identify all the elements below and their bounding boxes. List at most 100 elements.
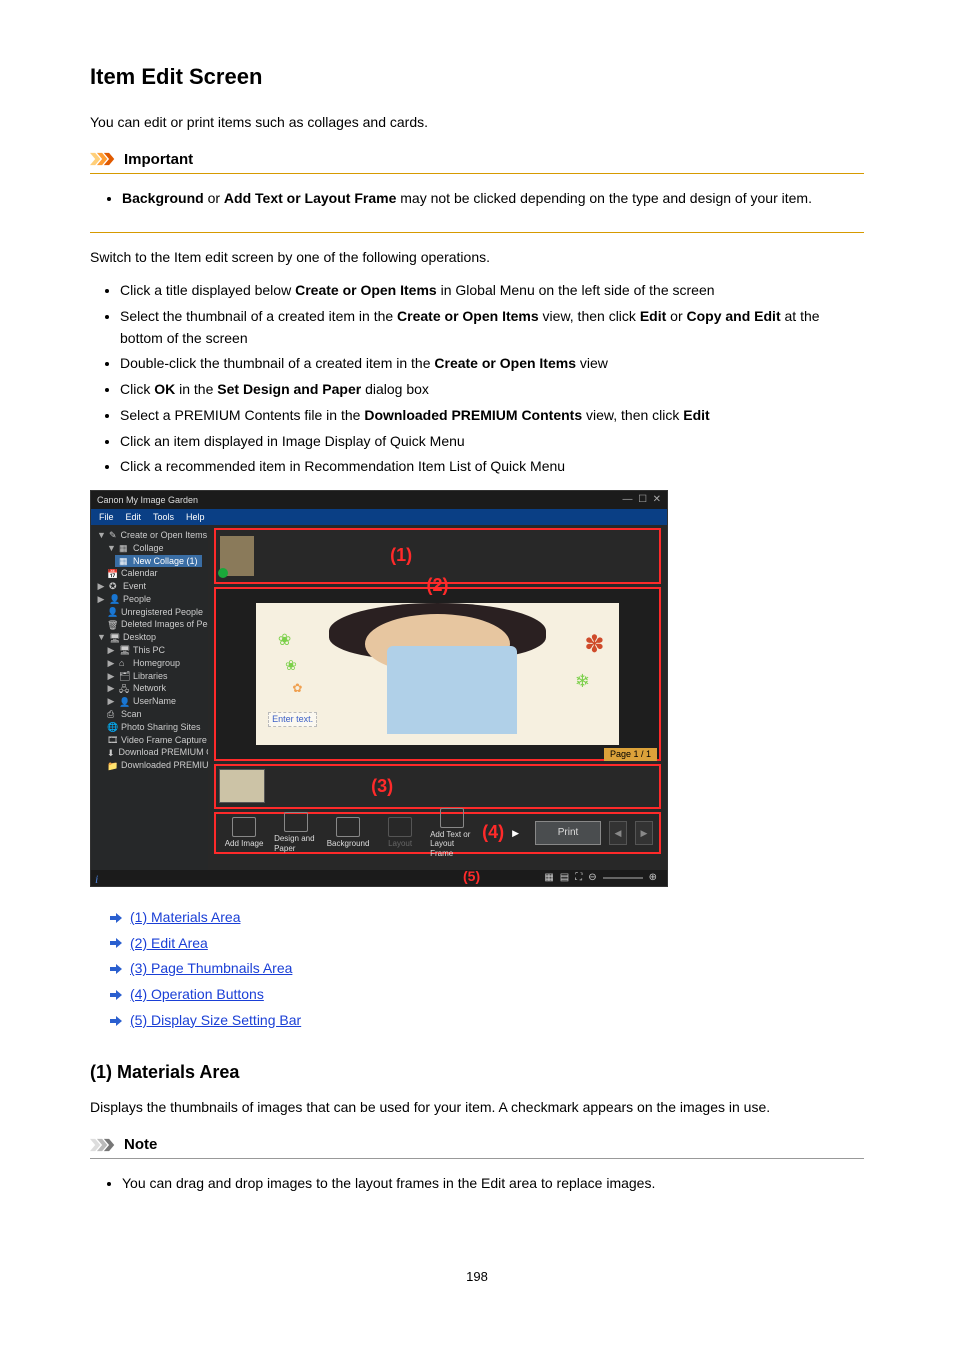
bold-text: Background	[122, 190, 204, 206]
add-text-button[interactable]: Add Text or Layout Frame	[430, 808, 474, 859]
menu-edit[interactable]: Edit	[126, 512, 142, 523]
menu-tools[interactable]: Tools	[153, 512, 174, 523]
link-display-size[interactable]: (5) Display Size Setting Bar	[130, 1010, 301, 1032]
sidebar-item-network[interactable]: ▶🖧Network	[97, 682, 202, 695]
sidebar-item-people[interactable]: ▶👤People	[97, 593, 202, 606]
layout-icon	[388, 817, 412, 837]
page-number: 198	[90, 1267, 864, 1287]
text: dialog box	[361, 381, 429, 397]
folder-icon: 📁	[107, 761, 117, 771]
zoom-in-icon[interactable]: ⊕	[649, 872, 657, 884]
sidebar-item-create[interactable]: ▼✎Create or Open Items	[97, 529, 202, 542]
window-controls[interactable]: — ☐ ✕	[623, 494, 661, 506]
menu-file[interactable]: File	[99, 512, 114, 523]
prev-page-button[interactable]: ◀	[609, 821, 627, 845]
wand-icon: ✎	[109, 530, 117, 540]
edit-canvas[interactable]: ❀ ❀ ✿ ✽ ❄ Enter text.	[256, 603, 619, 745]
text: Double-click the thumbnail of a created …	[120, 355, 434, 371]
sidebar-item-libraries[interactable]: ▶🗂Libraries	[97, 670, 202, 683]
link-materials-area[interactable]: (1) Materials Area	[130, 907, 240, 929]
bold-text: Downloaded PREMIUM Contents	[364, 407, 582, 423]
marker-3: (3)	[371, 776, 393, 798]
material-thumbnail[interactable]	[220, 536, 254, 576]
note-item: You can drag and drop images to the layo…	[122, 1173, 862, 1195]
text: or	[204, 190, 224, 206]
text: in the	[175, 381, 217, 397]
operation-buttons-area: Add Image Design and Paper Background La…	[214, 812, 661, 854]
sidebar-item-deleted[interactable]: 🗑Deleted Images of People	[97, 618, 202, 631]
zoom-out-icon[interactable]: ⊖	[588, 872, 596, 884]
section-links: (1) Materials Area (2) Edit Area (3) Pag…	[110, 907, 864, 1031]
layout-button: Layout	[378, 817, 422, 849]
page-thumbnails-area: (3)	[214, 764, 661, 809]
user-icon: 👤	[119, 697, 129, 707]
background-button[interactable]: Background	[326, 817, 370, 849]
zoom-slider[interactable]	[603, 877, 643, 879]
sidebar-item-video[interactable]: 🎞Video Frame Capture	[97, 734, 202, 747]
arrow-right-icon	[110, 964, 122, 974]
add-image-button[interactable]: Add Image	[222, 817, 266, 849]
add-image-icon	[232, 817, 256, 837]
list-item: Select the thumbnail of a created item i…	[120, 306, 864, 349]
info-icon[interactable]: i	[95, 872, 98, 886]
link-page-thumbnails[interactable]: (3) Page Thumbnails Area	[130, 958, 292, 980]
link-operation-buttons[interactable]: (4) Operation Buttons	[130, 984, 264, 1006]
flower-icon: ❀	[285, 657, 297, 674]
checkmark-icon	[218, 568, 228, 578]
page-thumbnail[interactable]	[219, 769, 265, 803]
link-edit-area[interactable]: (2) Edit Area	[130, 933, 208, 955]
background-icon	[336, 817, 360, 837]
note-heading: Note	[90, 1131, 864, 1159]
chevron-icon	[90, 1138, 116, 1152]
sidebar-item-username[interactable]: ▶👤UserName	[97, 695, 202, 708]
view-grid-icon[interactable]: ▦	[544, 872, 553, 884]
switch-text: Switch to the Item edit screen by one of…	[90, 247, 864, 269]
page-indicator: Page 1 / 1	[604, 748, 657, 761]
next-page-button[interactable]: ▶	[635, 821, 653, 845]
sidebar-item-calendar[interactable]: 📅Calendar	[97, 567, 202, 580]
sidebar-item-collage[interactable]: ▼▦Collage	[97, 542, 202, 555]
flower-icon: ❄	[575, 671, 590, 693]
scan-icon: ⎙	[107, 709, 117, 719]
important-body: Background or Add Text or Layout Frame m…	[90, 174, 864, 233]
arrow-right-icon	[110, 913, 122, 923]
fit-icon[interactable]: ⛶	[575, 872, 582, 884]
sidebar-item-dlpd[interactable]: 📁Downloaded PREMIUM Contents	[97, 759, 202, 772]
section1-body: Displays the thumbnails of images that c…	[90, 1097, 864, 1119]
library-icon: 🗂	[119, 671, 129, 681]
app-screenshot: Canon My Image Garden — ☐ ✕ File Edit To…	[90, 490, 668, 887]
text: view, then click	[539, 308, 640, 324]
flower-icon: ❀	[278, 631, 291, 650]
note-body: You can drag and drop images to the layo…	[90, 1159, 864, 1217]
intro-text: You can edit or print items such as coll…	[90, 112, 864, 134]
sidebar-item-sites[interactable]: 🌐Photo Sharing Sites	[97, 721, 202, 734]
sidebar-item-dlp[interactable]: ⬇Download PREMIUM Contents	[97, 746, 202, 759]
text-placeholder[interactable]: Enter text.	[268, 712, 317, 727]
flower-icon: ✿	[292, 681, 302, 695]
sidebar-item-homegroup[interactable]: ▶⌂Homegroup	[97, 657, 202, 670]
sidebar-item-new-collage[interactable]: ▦New Collage (1)	[115, 555, 202, 568]
marker-1: (1)	[390, 545, 412, 567]
sidebar-item-desktop[interactable]: ▼🖥Desktop	[97, 631, 202, 644]
pc-icon: 🖥	[119, 645, 129, 655]
bold-text: Create or Open Items	[434, 355, 576, 371]
bold-text: OK	[154, 381, 175, 397]
design-paper-button[interactable]: Design and Paper	[274, 812, 318, 853]
view-list-icon[interactable]: ▤	[560, 872, 569, 884]
sidebar-item-unreg[interactable]: 👤Unregistered People	[97, 606, 202, 619]
list-item: Click a recommended item in Recommendati…	[120, 456, 864, 478]
text: Select a PREMIUM Contents file in the	[120, 407, 364, 423]
window-title: Canon My Image Garden	[97, 495, 198, 506]
sidebar-item-event[interactable]: ▶✪Event	[97, 580, 202, 593]
menu-help[interactable]: Help	[186, 512, 205, 523]
print-button[interactable]: Print	[535, 821, 601, 845]
window-titlebar: Canon My Image Garden — ☐ ✕	[91, 491, 667, 509]
text-frame-icon	[440, 808, 464, 828]
sidebar-item-scan[interactable]: ⎙Scan	[97, 708, 202, 721]
bold-text: Copy and Edit	[687, 308, 781, 324]
flower-icon: ✽	[584, 631, 604, 660]
text: Click	[120, 381, 154, 397]
sidebar-item-thispc[interactable]: ▶🖥This PC	[97, 644, 202, 657]
arrow-right-icon	[110, 938, 122, 948]
text: in Global Menu on the left side of the s…	[437, 282, 715, 298]
